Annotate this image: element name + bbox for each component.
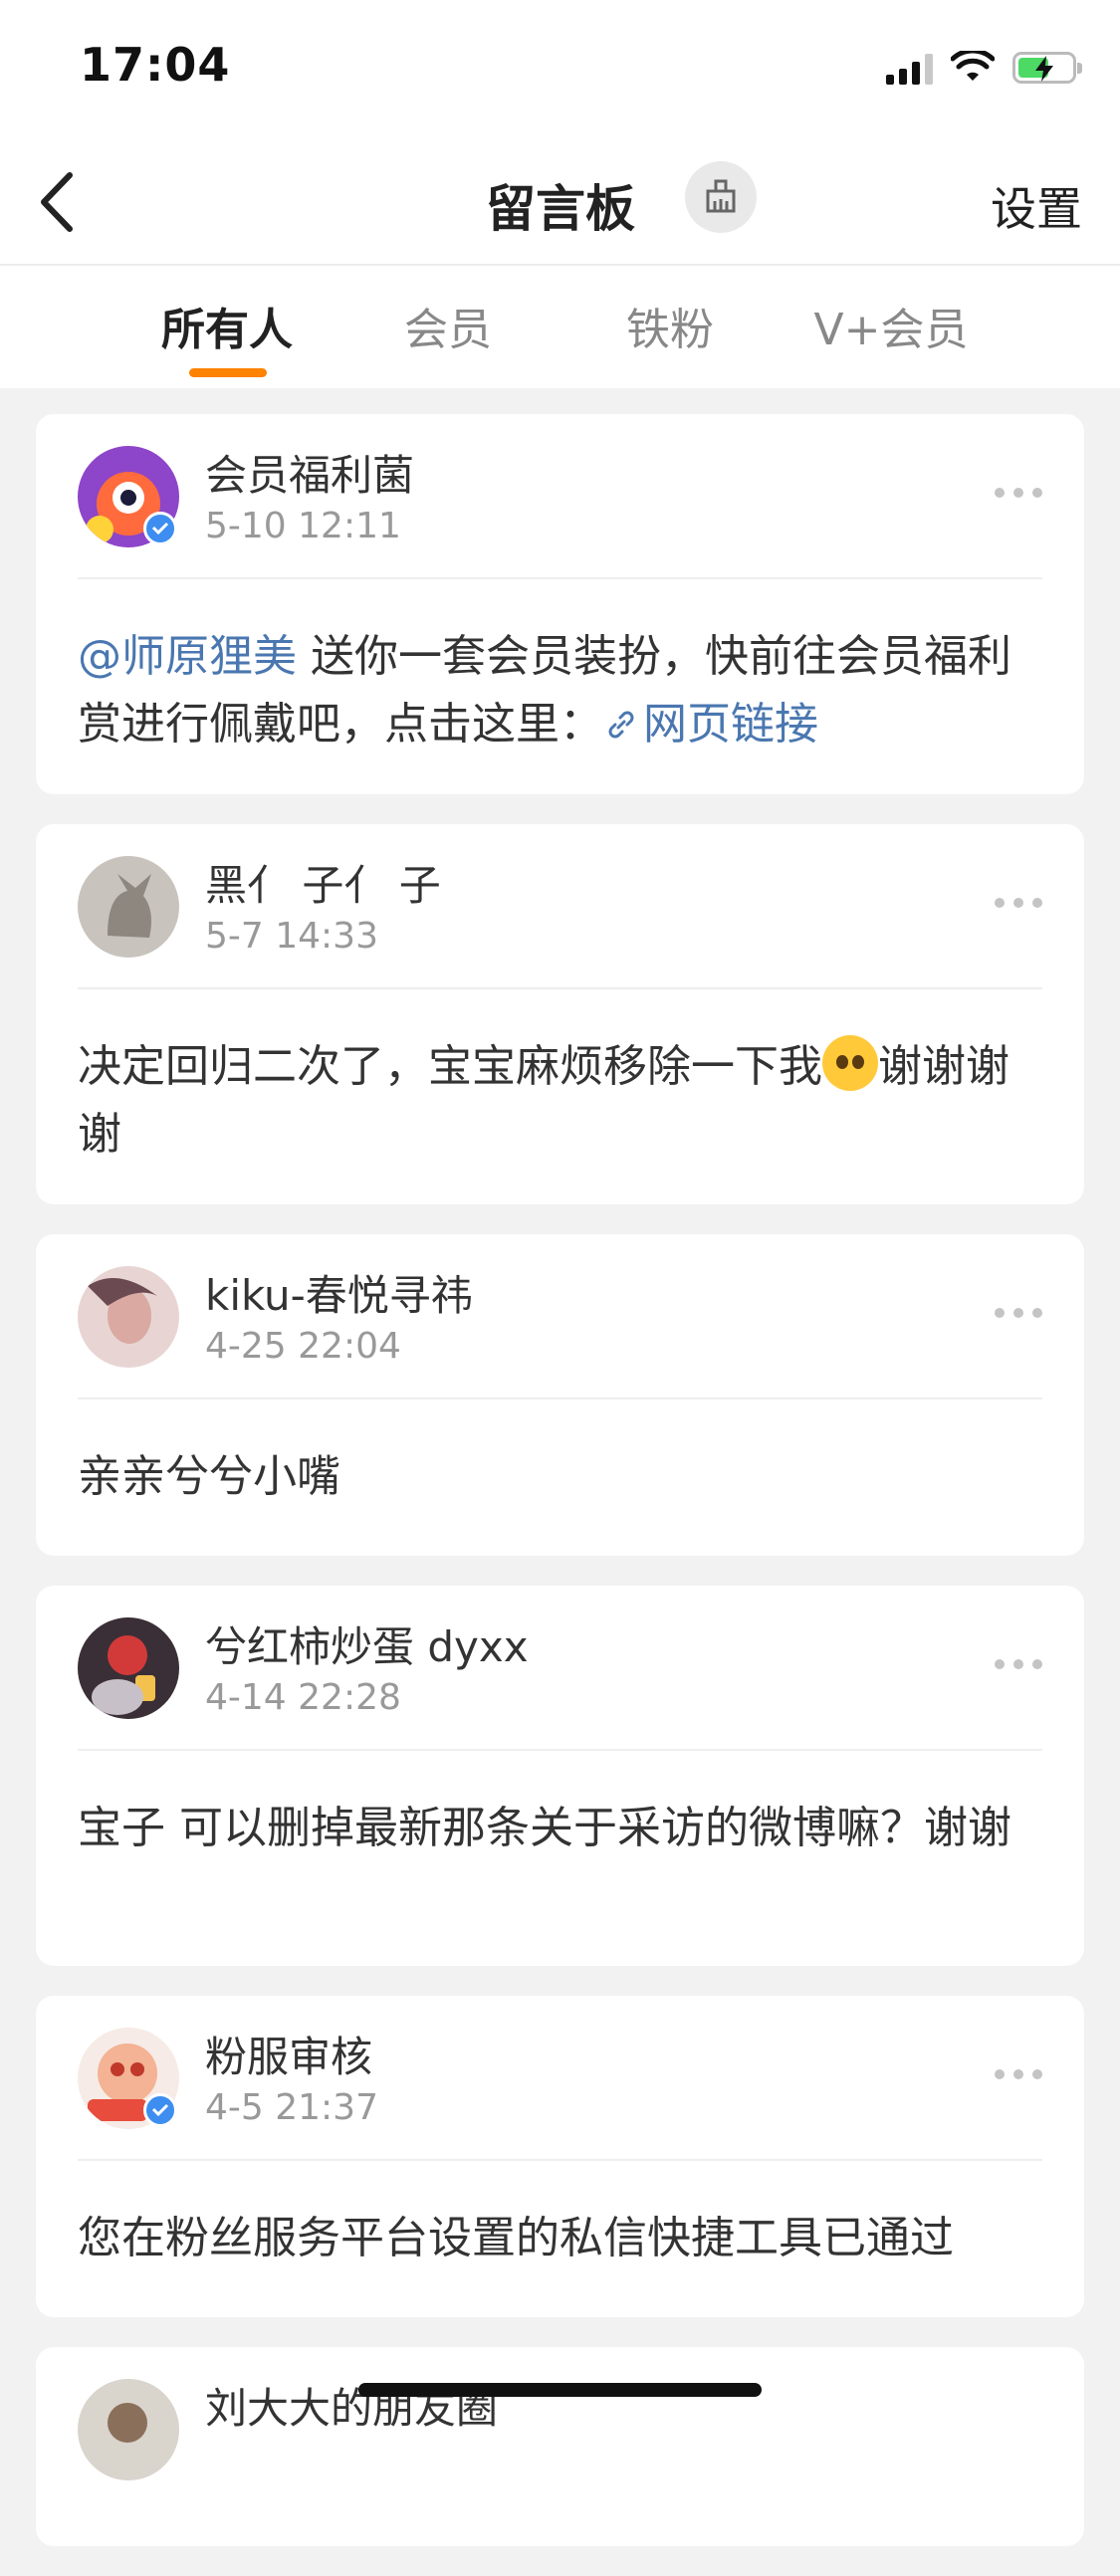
avatar[interactable] xyxy=(78,1617,179,1719)
sender-name[interactable]: 黑亻 子亻 子 xyxy=(205,852,441,913)
sender-name[interactable]: 会员福利菌 xyxy=(205,442,414,503)
nav-bar: 留言板 设置 xyxy=(0,139,1120,266)
sender-name[interactable]: kiku-春悦寻祎 xyxy=(205,1262,473,1323)
message-date: 4-5 21:37 xyxy=(205,2087,378,2128)
message-text: 宝子 可以删掉最新那条关于采访的微博嘛？谢谢 xyxy=(78,1803,1011,1853)
web-link[interactable]: 网页链接 xyxy=(603,699,818,750)
avatar[interactable] xyxy=(78,856,179,958)
message-text: 决定回归二次了，宝宝麻烦移除一下我 谢谢谢谢 xyxy=(36,989,1084,1204)
home-indicator xyxy=(358,2383,762,2397)
message-card: 会员福利菌 5-10 12:11 @师原狸美 送你一套会员装扮，快前往会员福利赏… xyxy=(36,414,1084,794)
message-text: 亲亲兮兮小嘴 xyxy=(78,1451,340,1502)
tab-members[interactable]: 会员 xyxy=(338,294,558,357)
sender-name[interactable]: 兮红柿炒蛋 dyxx xyxy=(205,1613,529,1674)
chevron-left-icon xyxy=(41,172,73,232)
page-title: 留言板 xyxy=(486,180,635,238)
clean-button[interactable] xyxy=(685,161,757,233)
tab-vplus-members[interactable]: V+会员 xyxy=(782,294,1001,357)
avatar[interactable] xyxy=(78,1266,179,1368)
pleading-face-emoji-icon xyxy=(822,1035,878,1091)
status-bar: 17:04 xyxy=(0,0,1120,139)
message-list: 会员福利菌 5-10 12:11 @师原狸美 送你一套会员装扮，快前往会员福利赏… xyxy=(36,414,1084,2576)
message-card: kiku-春悦寻祎 4-25 22:04 亲亲兮兮小嘴 xyxy=(36,1234,1084,1556)
message-card: 兮红柿炒蛋 dyxx 4-14 22:28 宝子 可以删掉最新那条关于采访的微博… xyxy=(36,1586,1084,1966)
link-icon xyxy=(608,711,634,739)
verified-badge-icon xyxy=(143,512,177,545)
avatar[interactable] xyxy=(78,2379,179,2480)
active-tab-indicator xyxy=(189,368,267,377)
verified-badge-icon xyxy=(143,2093,177,2127)
status-time: 17:04 xyxy=(80,38,231,92)
wifi-icon xyxy=(951,51,995,81)
message-text: @师原狸美 送你一套会员装扮，快前往会员福利赏进行佩戴吧，点击这里： 网页链接 xyxy=(78,631,1011,750)
message-card: 刘大大的朋友圈 xyxy=(36,2347,1084,2546)
back-button[interactable] xyxy=(30,167,90,237)
status-icons xyxy=(886,48,1082,88)
cellular-signal-icon xyxy=(886,51,933,85)
battery-charging-icon xyxy=(1012,52,1082,84)
message-card: 粉服审核 4-5 21:37 您在粉丝服务平台设置的私信快捷工具已通过 xyxy=(36,1996,1084,2317)
more-options-button[interactable] xyxy=(995,488,1042,498)
more-options-button[interactable] xyxy=(995,1659,1042,1669)
message-date: 5-7 14:33 xyxy=(205,916,378,957)
tab-all[interactable]: 所有人 xyxy=(117,294,336,357)
tab-bar: 所有人 会员 铁粉 V+会员 xyxy=(0,266,1120,388)
settings-button[interactable]: 设置 xyxy=(991,173,1082,239)
more-options-button[interactable] xyxy=(995,898,1042,908)
broom-icon xyxy=(706,179,736,213)
message-card: 黑亻 子亻 子 5-7 14:33 决定回归二次了，宝宝麻烦移除一下我 谢谢谢谢 xyxy=(36,824,1084,1204)
message-date: 5-10 12:11 xyxy=(205,506,401,546)
message-date: 4-25 22:04 xyxy=(205,1326,401,1367)
message-text: 您在粉丝服务平台设置的私信快捷工具已通过 xyxy=(78,2213,954,2263)
tab-iron-fans[interactable]: 铁粉 xyxy=(560,294,780,357)
message-date: 4-14 22:28 xyxy=(205,1677,401,1718)
mention-link[interactable]: @师原狸美 xyxy=(78,631,297,682)
sender-name[interactable]: 粉服审核 xyxy=(205,2024,372,2084)
more-options-button[interactable] xyxy=(995,2069,1042,2079)
more-options-button[interactable] xyxy=(995,1308,1042,1318)
